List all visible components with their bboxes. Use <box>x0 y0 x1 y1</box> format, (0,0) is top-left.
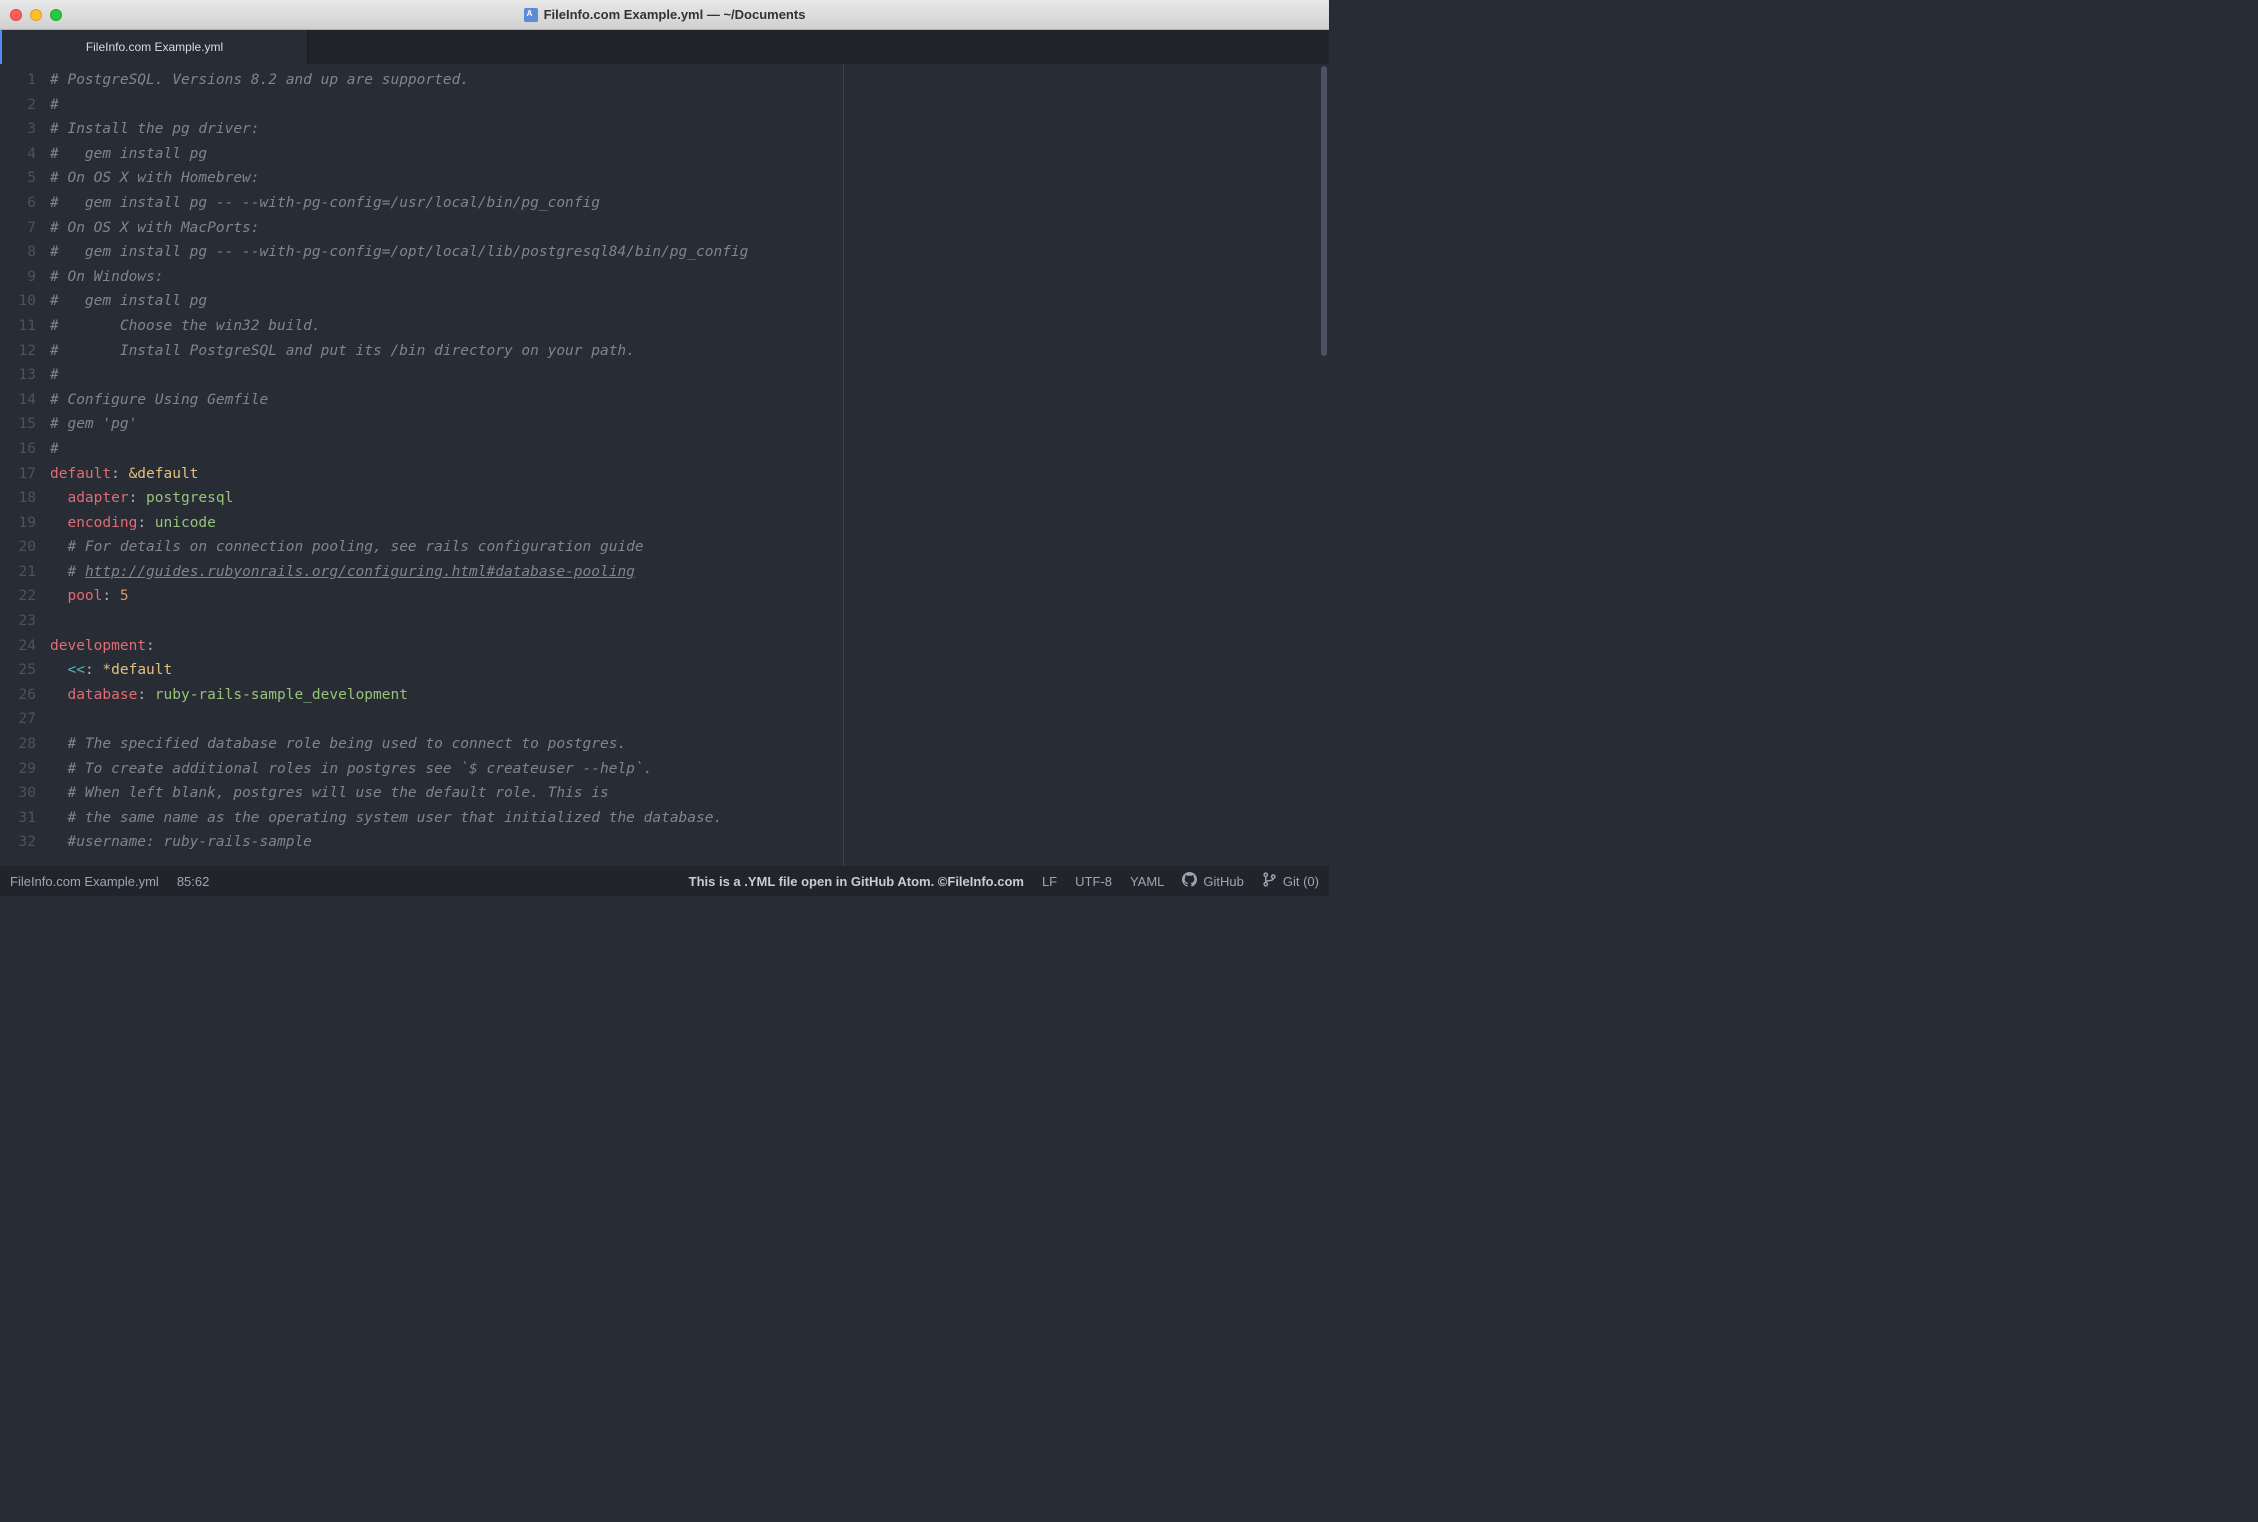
code-line: <<: *default <box>50 658 1329 683</box>
status-message: This is a .YML file open in GitHub Atom.… <box>689 874 1024 889</box>
code-line: database: ruby-rails-sample_development <box>50 683 1329 708</box>
line-number: 27 <box>0 707 36 732</box>
window-titlebar: FileInfo.com Example.yml — ~/Documents <box>0 0 1329 30</box>
line-number: 8 <box>0 240 36 265</box>
code-line: # Install PostgreSQL and put its /bin di… <box>50 339 1329 364</box>
line-number: 29 <box>0 757 36 782</box>
code-line: pool: 5 <box>50 584 1329 609</box>
tab-label: FileInfo.com Example.yml <box>86 40 223 54</box>
line-number: 22 <box>0 584 36 609</box>
status-github[interactable]: GitHub <box>1182 872 1243 890</box>
line-number: 24 <box>0 634 36 659</box>
status-cursor[interactable]: 85:62 <box>177 874 210 889</box>
code-line: # Install the pg driver: <box>50 117 1329 142</box>
github-icon <box>1182 872 1197 890</box>
line-number: 9 <box>0 265 36 290</box>
code-line: encoding: unicode <box>50 511 1329 536</box>
line-number: 10 <box>0 289 36 314</box>
scrollbar-thumb[interactable] <box>1321 66 1327 356</box>
line-number: 19 <box>0 511 36 536</box>
code-line: # the same name as the operating system … <box>50 806 1329 831</box>
code-line: development: <box>50 634 1329 659</box>
code-line: # On Windows: <box>50 265 1329 290</box>
line-number: 2 <box>0 93 36 118</box>
git-branch-icon <box>1262 872 1277 890</box>
code-line: # On OS X with Homebrew: <box>50 166 1329 191</box>
code-line: # Configure Using Gemfile <box>50 388 1329 413</box>
line-number: 3 <box>0 117 36 142</box>
code-line <box>50 609 1329 634</box>
line-number: 1 <box>0 68 36 93</box>
line-number: 23 <box>0 609 36 634</box>
line-number: 15 <box>0 412 36 437</box>
code-line: adapter: postgresql <box>50 486 1329 511</box>
line-number: 16 <box>0 437 36 462</box>
status-git[interactable]: Git (0) <box>1262 872 1319 890</box>
code-line: # gem install pg <box>50 289 1329 314</box>
line-number: 30 <box>0 781 36 806</box>
code-line: # gem install pg -- --with-pg-config=/op… <box>50 240 1329 265</box>
line-number: 32 <box>0 830 36 855</box>
code-line: # For details on connection pooling, see… <box>50 535 1329 560</box>
line-number: 26 <box>0 683 36 708</box>
code-line: # PostgreSQL. Versions 8.2 and up are su… <box>50 68 1329 93</box>
window-title-text: FileInfo.com Example.yml — ~/Documents <box>544 7 806 22</box>
code-line: # When left blank, postgres will use the… <box>50 781 1329 806</box>
status-encoding[interactable]: UTF-8 <box>1075 874 1112 889</box>
line-number: 20 <box>0 535 36 560</box>
line-number: 11 <box>0 314 36 339</box>
line-number: 21 <box>0 560 36 585</box>
line-number: 12 <box>0 339 36 364</box>
line-number: 4 <box>0 142 36 167</box>
code-line <box>50 707 1329 732</box>
atom-app-icon <box>524 8 538 22</box>
status-line-ending[interactable]: LF <box>1042 874 1057 889</box>
code-line: # On OS X with MacPorts: <box>50 216 1329 241</box>
line-number: 6 <box>0 191 36 216</box>
status-bar: FileInfo.com Example.yml 85:62 This is a… <box>0 866 1329 896</box>
wrap-guide <box>843 64 844 866</box>
code-line: # Choose the win32 build. <box>50 314 1329 339</box>
code-line: # To create additional roles in postgres… <box>50 757 1329 782</box>
code-line: # <box>50 363 1329 388</box>
status-git-label: Git (0) <box>1283 874 1319 889</box>
status-filename[interactable]: FileInfo.com Example.yml <box>10 874 159 889</box>
status-github-label: GitHub <box>1203 874 1243 889</box>
code-line: # gem install pg <box>50 142 1329 167</box>
line-number: 7 <box>0 216 36 241</box>
line-number: 13 <box>0 363 36 388</box>
line-number: 5 <box>0 166 36 191</box>
code-line: #username: ruby-rails-sample <box>50 830 1329 855</box>
code-line: # <box>50 437 1329 462</box>
tab-active[interactable]: FileInfo.com Example.yml <box>0 30 308 64</box>
code-line: # gem install pg -- --with-pg-config=/us… <box>50 191 1329 216</box>
code-line: # http://guides.rubyonrails.org/configur… <box>50 560 1329 585</box>
code-line: # gem 'pg' <box>50 412 1329 437</box>
status-grammar[interactable]: YAML <box>1130 874 1164 889</box>
code-line: # The specified database role being used… <box>50 732 1329 757</box>
tab-bar: FileInfo.com Example.yml <box>0 30 1329 64</box>
code-line: default: &default <box>50 462 1329 487</box>
window-title: FileInfo.com Example.yml — ~/Documents <box>0 7 1329 22</box>
editor[interactable]: 1234567891011121314151617181920212223242… <box>0 64 1329 866</box>
code-line: # <box>50 93 1329 118</box>
code-area[interactable]: # PostgreSQL. Versions 8.2 and up are su… <box>44 64 1329 866</box>
line-number: 17 <box>0 462 36 487</box>
line-number: 14 <box>0 388 36 413</box>
line-number: 31 <box>0 806 36 831</box>
line-number: 28 <box>0 732 36 757</box>
gutter: 1234567891011121314151617181920212223242… <box>0 64 44 866</box>
line-number: 25 <box>0 658 36 683</box>
line-number: 18 <box>0 486 36 511</box>
